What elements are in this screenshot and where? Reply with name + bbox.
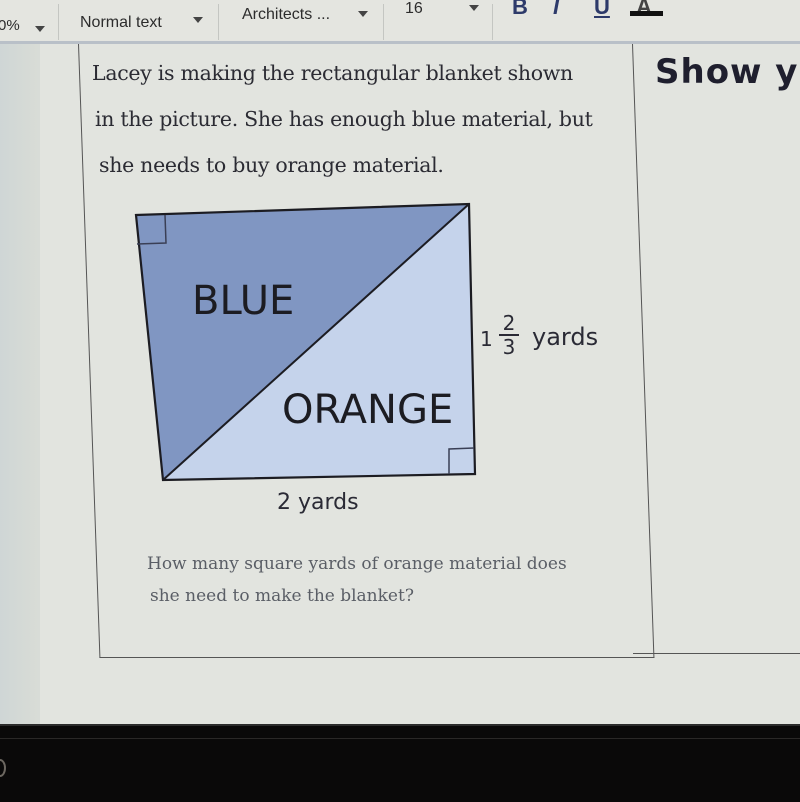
figure-labels: BLUE ORANGE bbox=[130, 200, 490, 490]
width-dimension: 2 yards bbox=[277, 490, 359, 515]
height-denominator: 3 bbox=[502, 335, 516, 359]
blue-region-label: BLUE bbox=[192, 278, 295, 324]
height-unit: yards bbox=[532, 323, 599, 351]
height-whole: 1 bbox=[480, 327, 493, 351]
bezel-edge bbox=[0, 738, 800, 739]
monitor-bezel bbox=[0, 724, 800, 802]
question-line: How many square yards of orange material… bbox=[147, 554, 567, 574]
height-numerator: 2 bbox=[502, 311, 516, 335]
question: How many square yards of orange material… bbox=[147, 548, 627, 612]
orange-region-label: ORANGE bbox=[282, 387, 454, 433]
question-line: she need to make the blanket? bbox=[150, 586, 414, 606]
power-indicator-icon bbox=[0, 759, 6, 777]
height-fraction: 2 3 bbox=[499, 313, 519, 357]
